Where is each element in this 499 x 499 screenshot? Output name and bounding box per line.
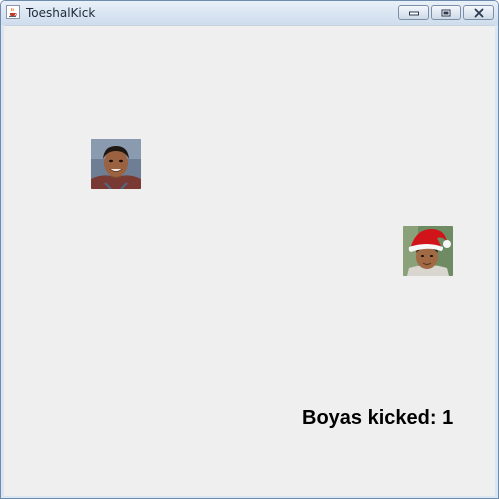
java-coffee-cup-icon[interactable] <box>6 5 20 19</box>
close-icon <box>474 8 483 17</box>
player-sprite[interactable] <box>91 139 141 189</box>
window-title: ToeshalKick <box>26 6 96 20</box>
app-window: ToeshalKick Boyas kicked: 1 <box>0 0 499 499</box>
title-bar[interactable]: ToeshalKick <box>1 1 498 25</box>
maximize-icon <box>441 9 451 16</box>
score-label: Boyas kicked: 1 <box>302 407 454 429</box>
game-canvas[interactable]: Boyas kicked: 1 <box>4 25 495 496</box>
minimize-icon <box>408 11 419 15</box>
close-button[interactable] <box>463 5 494 20</box>
maximize-button[interactable] <box>431 5 461 20</box>
minimize-button[interactable] <box>398 5 429 20</box>
boyas-sprite[interactable] <box>403 226 453 276</box>
